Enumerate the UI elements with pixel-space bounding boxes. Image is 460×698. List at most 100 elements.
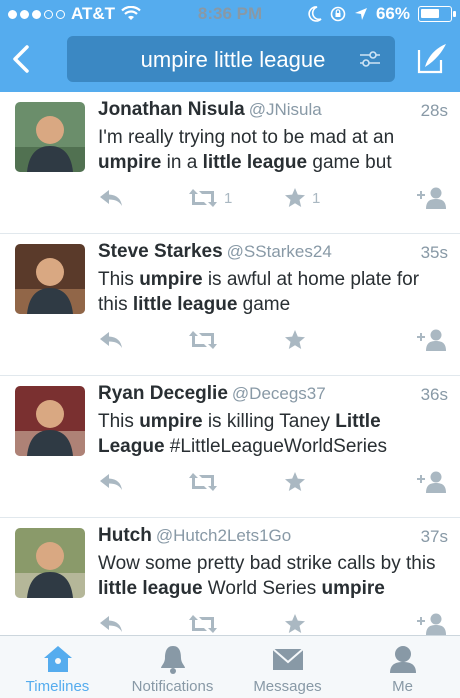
tab-timelines[interactable]: Timelines xyxy=(0,636,115,698)
add-user-icon xyxy=(417,329,446,351)
reply-button[interactable] xyxy=(98,611,124,635)
location-icon xyxy=(354,8,367,20)
tweet-text: This umpire is awful at home plate for t… xyxy=(98,267,450,317)
tweet-timestamp: 36s xyxy=(420,385,448,404)
battery-percent: 66% xyxy=(375,4,410,23)
tweet-timestamp: 28s xyxy=(420,101,448,120)
retweet-button[interactable]: 1 xyxy=(188,185,232,211)
top-bar: AT&T 8:36 PM 66% umpire little league xyxy=(0,0,460,92)
tweet-row[interactable]: Ryan Deceglie @Decegs37 36s This umpire i… xyxy=(0,376,460,518)
tab-label-timelines: Timelines xyxy=(25,678,90,695)
filter-icon[interactable] xyxy=(359,48,381,70)
tab-me[interactable]: Me xyxy=(345,636,460,698)
tweet-text-segment: game xyxy=(237,294,291,315)
star-icon xyxy=(285,330,305,349)
tweet-text: I'm really trying not to be mad at an um… xyxy=(98,125,450,175)
tweet-author[interactable]: Hutch @Hutch2Lets1Go xyxy=(98,525,291,547)
battery-icon xyxy=(418,6,456,22)
tab-label-me: Me xyxy=(392,678,413,695)
avatar[interactable] xyxy=(15,102,85,172)
tab-messages[interactable]: Messages xyxy=(230,636,345,698)
moon-icon xyxy=(308,6,322,22)
author-name: Ryan Deceglie xyxy=(98,383,228,404)
tweet-author[interactable]: Jonathan Nisula @JNisula xyxy=(98,99,322,121)
rotation-lock-icon xyxy=(330,6,346,22)
favorite-count: 1 xyxy=(312,189,321,207)
tweet-text-segment: World Series xyxy=(202,578,322,599)
highlighted-term: umpire xyxy=(139,411,203,432)
follow-button[interactable] xyxy=(416,185,448,211)
highlighted-term: umpire xyxy=(321,578,385,599)
follow-button[interactable] xyxy=(416,469,448,495)
highlighted-term: little league xyxy=(132,294,238,315)
reply-icon xyxy=(100,190,122,206)
author-name: Steve Starkes xyxy=(98,241,223,262)
highlighted-term: little league xyxy=(202,152,308,173)
reply-icon xyxy=(100,332,122,348)
tweet-text-segment: I'm really trying not to be mad at an xyxy=(98,127,395,148)
tweet-text-segment: in a xyxy=(161,152,203,173)
retweet-button[interactable] xyxy=(188,327,224,353)
favorite-button[interactable] xyxy=(284,611,312,635)
favorite-button[interactable] xyxy=(284,327,312,353)
favorite-button[interactable]: 1 xyxy=(284,185,320,211)
star-icon xyxy=(285,472,305,491)
status-bar: AT&T 8:36 PM 66% xyxy=(0,0,460,28)
back-chevron-icon[interactable] xyxy=(10,44,32,74)
author-handle: @Hutch2Lets1Go xyxy=(155,526,292,545)
search-field[interactable]: umpire little league xyxy=(67,36,395,82)
star-icon xyxy=(285,188,305,207)
tweet-text-segment: #LittleLeagueWorldSeries xyxy=(164,436,388,457)
avatar[interactable] xyxy=(15,386,85,456)
tweet-actions xyxy=(98,327,450,353)
reply-button[interactable] xyxy=(98,327,124,353)
retweet-count: 1 xyxy=(224,189,233,207)
bell-icon xyxy=(160,646,185,674)
tweet-timestamp: 35s xyxy=(420,243,448,262)
add-user-icon xyxy=(417,471,446,493)
home-icon xyxy=(43,646,72,672)
envelope-icon xyxy=(271,648,304,670)
favorite-button[interactable] xyxy=(284,469,312,495)
tweet-author[interactable]: Steve Starkes @SStarkes24 xyxy=(98,241,332,263)
tweet-text-segment: game but xyxy=(307,152,392,173)
tweet-row[interactable]: Steve Starkes @SStarkes24 35s This umpire… xyxy=(0,234,460,376)
retweet-button[interactable] xyxy=(188,469,224,495)
author-handle: @Decegs37 xyxy=(231,384,326,403)
tweet-row[interactable]: Hutch @Hutch2Lets1Go 37s Wow some pretty … xyxy=(0,518,460,635)
author-handle: @SStarkes24 xyxy=(226,242,332,261)
search-results-timeline: Jonathan Nisula @JNisula 28s I'm really t… xyxy=(0,92,460,635)
highlighted-term: little league xyxy=(98,578,203,599)
avatar[interactable] xyxy=(15,528,85,598)
tab-label-notifications: Notifications xyxy=(131,678,214,695)
search-query[interactable]: umpire little league xyxy=(93,47,373,73)
tweet-text-segment: This xyxy=(98,269,140,290)
author-handle: @JNisula xyxy=(248,100,322,119)
tweet-text-segment: is killing Taney xyxy=(202,411,336,432)
tweet-text: Wow some pretty bad strike calls by this… xyxy=(98,551,450,601)
reply-button[interactable] xyxy=(98,469,124,495)
retweet-button[interactable] xyxy=(188,611,224,635)
person-icon xyxy=(389,646,416,673)
tab-label-messages: Messages xyxy=(253,678,322,695)
tweet-author[interactable]: Ryan Deceglie @Decegs37 xyxy=(98,383,326,405)
tweet-text-segment: This xyxy=(98,411,140,432)
follow-button[interactable] xyxy=(416,611,448,635)
retweet-icon xyxy=(189,473,217,491)
reply-button[interactable] xyxy=(98,185,124,211)
reply-icon xyxy=(100,474,122,490)
add-user-icon xyxy=(417,187,446,209)
status-right: 66% xyxy=(308,4,456,24)
tweet-text-segment: Wow some pretty bad strike calls by this xyxy=(98,553,436,574)
compose-tweet-icon[interactable] xyxy=(416,42,448,76)
tweet-actions: 1 1 xyxy=(98,185,450,211)
tweet-actions xyxy=(98,469,450,495)
avatar[interactable] xyxy=(15,244,85,314)
tweet-row[interactable]: Jonathan Nisula @JNisula 28s I'm really t… xyxy=(0,92,460,234)
retweet-icon xyxy=(189,615,217,633)
follow-button[interactable] xyxy=(416,327,448,353)
tab-notifications[interactable]: Notifications xyxy=(115,636,230,698)
tab-bar: Timelines Notifications Messages Me xyxy=(0,635,460,698)
add-user-icon xyxy=(417,613,446,635)
star-icon xyxy=(285,614,305,633)
